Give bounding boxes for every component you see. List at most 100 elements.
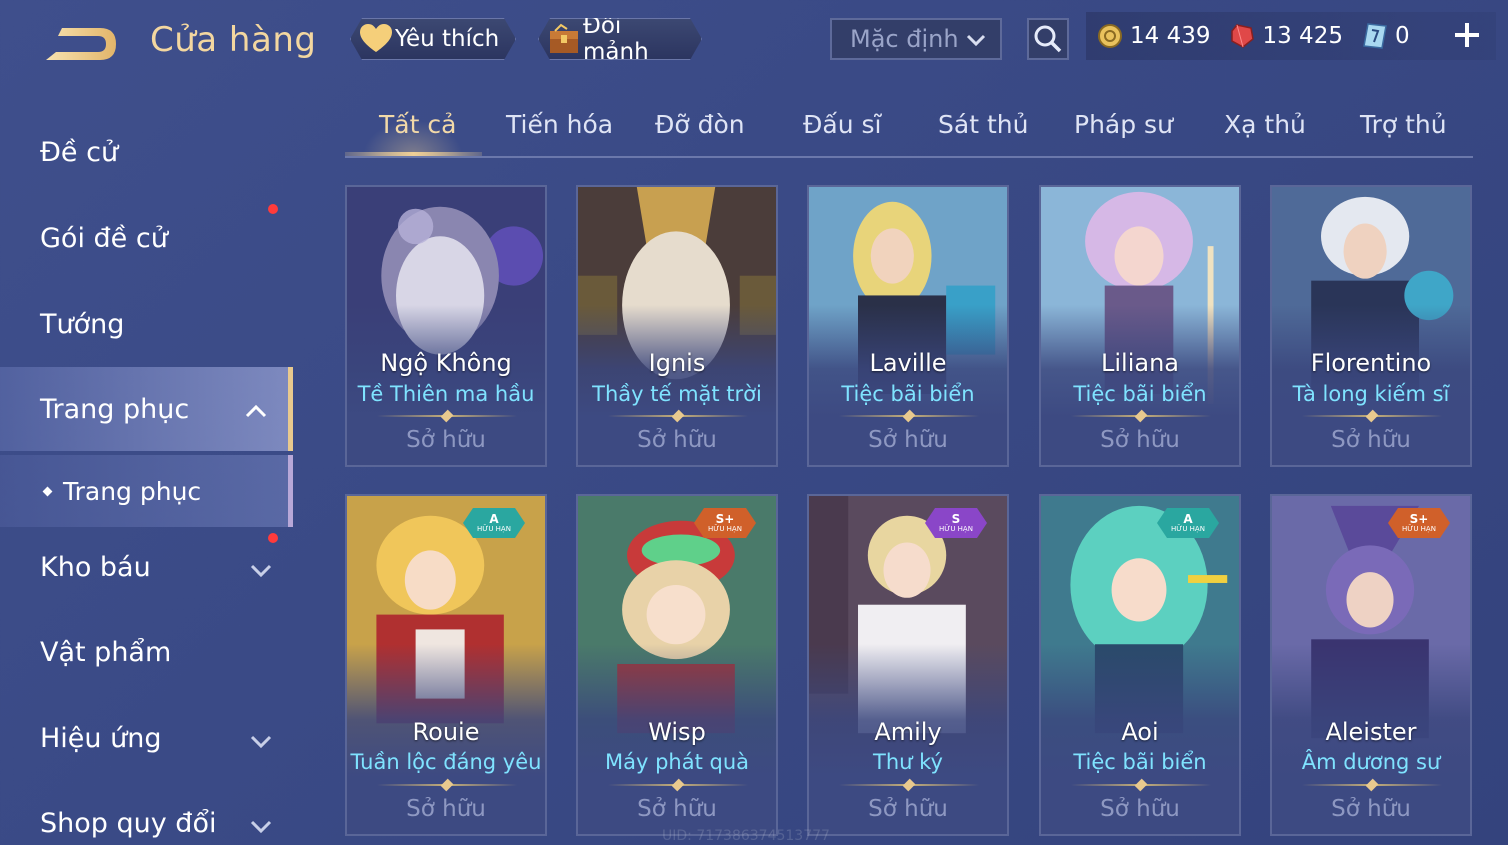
tab-tank[interactable]: Đỡ đòn xyxy=(655,110,745,139)
sidebar-item-items[interactable]: Vật phẩm xyxy=(0,610,293,694)
search-button[interactable] xyxy=(1027,18,1069,60)
skin-name: Tiệc bãi biển xyxy=(1073,382,1207,406)
sidebar-item-label: Kho báu xyxy=(40,551,151,583)
owned-status: Sở hữu xyxy=(1100,796,1180,822)
skin-card[interactable]: S+ HỮU HẠN Aleister Âm dương sư Sở hữu xyxy=(1270,494,1472,836)
skin-card[interactable]: Florentino Tà long kiếm sĩ Sở hữu xyxy=(1270,185,1472,467)
sidebar-item-label: Gói đề cử xyxy=(40,222,168,254)
sidebar-item-exchange-shop[interactable]: Shop quy đổi xyxy=(0,781,293,845)
gold-amount: 14 439 xyxy=(1130,23,1211,49)
owned-status: Sở hữu xyxy=(406,427,486,453)
active-tab-indicator xyxy=(345,152,482,156)
grade-label: S xyxy=(951,512,961,526)
skin-name: Thầy tế mặt trời xyxy=(592,382,762,406)
skin-name: Thư ký xyxy=(873,750,943,774)
tab-marksman[interactable]: Xạ thủ xyxy=(1224,110,1306,139)
sidebar-item-label: Hiệu ứng xyxy=(40,722,162,754)
sidebar-item-label: Đề cử xyxy=(40,136,119,168)
skin-card[interactable]: A HỮU HẠN Aoi Tiệc bãi biển Sở hữu xyxy=(1039,494,1241,836)
back-button[interactable] xyxy=(40,22,120,66)
currency-bar: 14 439 13 425 0 xyxy=(1086,12,1496,60)
add-currency-button[interactable] xyxy=(1452,20,1482,50)
bullet-icon xyxy=(42,486,53,496)
sidebar-item-skins[interactable]: Trang phục xyxy=(0,367,293,451)
favorites-button[interactable]: Yêu thích xyxy=(350,18,516,60)
voucher-amount: 0 xyxy=(1394,23,1410,49)
chevron-up-icon xyxy=(244,397,268,428)
hero-name: Amily xyxy=(874,718,942,746)
heart-icon xyxy=(359,22,393,56)
skin-card[interactable]: Liliana Tiệc bãi biển Sở hữu xyxy=(1039,185,1241,467)
hero-name: Aoi xyxy=(1121,718,1159,746)
owned-status: Sở hữu xyxy=(637,427,717,453)
role-tabs: Tất cả Tiến hóa Đỡ đòn Đấu sĩ Sát thủ Ph… xyxy=(345,100,1473,158)
ruby-balance: 13 425 xyxy=(1228,22,1343,50)
hero-name: Ignis xyxy=(648,349,706,377)
chevron-down-icon xyxy=(964,28,988,58)
hero-name: Aleister xyxy=(1325,718,1417,746)
ruby-amount: 13 425 xyxy=(1262,23,1343,49)
grade-label: A xyxy=(489,512,499,526)
user-id-watermark: UID: 717386374513777 xyxy=(662,828,830,844)
skin-card[interactable]: S+ HỮU HẠN Wisp Máy phát quà Sở hữu xyxy=(576,494,778,836)
sidebar-item-label: Vật phẩm xyxy=(40,636,172,668)
chevron-down-icon xyxy=(249,728,273,759)
owned-status: Sở hữu xyxy=(1331,427,1411,453)
skin-name: Âm dương sư xyxy=(1301,750,1441,774)
limited-label: HỮU HẠN xyxy=(1171,525,1205,533)
hero-name: Rouie xyxy=(412,718,480,746)
sidebar-item-treasure[interactable]: Kho báu xyxy=(0,525,293,609)
tab-fighter[interactable]: Đấu sĩ xyxy=(803,110,881,139)
favorites-label: Yêu thích xyxy=(395,26,500,52)
limited-label: HỮU HẠN xyxy=(708,525,742,533)
back-arrow-icon xyxy=(46,28,116,60)
skin-name: Máy phát quà xyxy=(604,750,750,774)
sidebar-item-label: Shop quy đổi xyxy=(40,807,217,839)
skin-card[interactable]: Ngộ Không Tề Thiên ma hầu Sở hữu xyxy=(345,185,547,467)
gold-coin-icon xyxy=(1096,22,1124,50)
sidebar-item-effects[interactable]: Hiệu ứng xyxy=(0,696,293,780)
grade-label: S+ xyxy=(715,512,735,526)
skin-card[interactable]: A HỮU HẠN Rouie Tuần lộc đáng yêu Sở hữu xyxy=(345,494,547,836)
skin-card[interactable]: Ignis Thầy tế mặt trời Sở hữu xyxy=(576,185,778,467)
sidebar-subitem-skins[interactable]: Trang phục xyxy=(0,455,293,527)
owned-status: Sở hữu xyxy=(406,796,486,822)
hero-name: Ngộ Không xyxy=(380,349,512,377)
tab-mage[interactable]: Pháp sư xyxy=(1074,110,1173,139)
sidebar: Đề cử Gói đề cử Tướng Trang phục Trang p… xyxy=(0,110,293,845)
skin-card[interactable]: S HỮU HẠN Amily Thư ký Sở hữu xyxy=(807,494,1009,836)
sort-dropdown[interactable]: Mặc định xyxy=(830,18,1002,60)
notification-dot xyxy=(268,533,278,543)
exchange-shards-button[interactable]: Đổi mảnh xyxy=(538,18,702,60)
skin-name: Tề Thiên ma hầu xyxy=(357,382,535,406)
skin-card[interactable]: Laville Tiệc bãi biển Sở hữu xyxy=(807,185,1009,467)
chevron-down-icon xyxy=(249,813,273,844)
sidebar-item-heroes[interactable]: Tướng xyxy=(0,282,293,366)
gold-balance: 14 439 xyxy=(1096,22,1210,50)
hero-name: Liliana xyxy=(1101,349,1179,377)
grade-badge: S+ HỮU HẠN xyxy=(1388,508,1450,538)
tab-assassin[interactable]: Sát thủ xyxy=(938,110,1028,139)
exchange-label: Đổi mảnh xyxy=(583,13,649,65)
skin-name: Tiệc bãi biển xyxy=(841,382,975,406)
grade-label: A xyxy=(1183,512,1193,526)
plus-icon xyxy=(1455,23,1479,47)
sort-value: Mặc định xyxy=(850,25,959,53)
skin-name: Tuần lộc đáng yêu xyxy=(350,750,542,774)
hero-name: Laville xyxy=(869,349,947,377)
tab-evolution[interactable]: Tiến hóa xyxy=(506,110,613,139)
tab-all[interactable]: Tất cả xyxy=(379,110,456,139)
sidebar-item-label: Trang phục xyxy=(40,393,190,425)
grade-label: S+ xyxy=(1409,512,1429,526)
limited-label: HỮU HẠN xyxy=(1402,525,1436,533)
sidebar-item-recommended[interactable]: Đề cử xyxy=(0,110,293,194)
chest-icon xyxy=(547,22,581,56)
limited-label: HỮU HẠN xyxy=(477,525,511,533)
owned-status: Sở hữu xyxy=(1331,796,1411,822)
sidebar-item-recommended-bundles[interactable]: Gói đề cử xyxy=(0,196,293,280)
search-icon xyxy=(1034,25,1062,53)
grade-badge: A HỮU HẠN xyxy=(1157,508,1219,538)
chevron-down-icon xyxy=(249,557,273,588)
tab-support[interactable]: Trợ thủ xyxy=(1360,110,1447,139)
voucher-balance: 0 xyxy=(1361,22,1410,50)
